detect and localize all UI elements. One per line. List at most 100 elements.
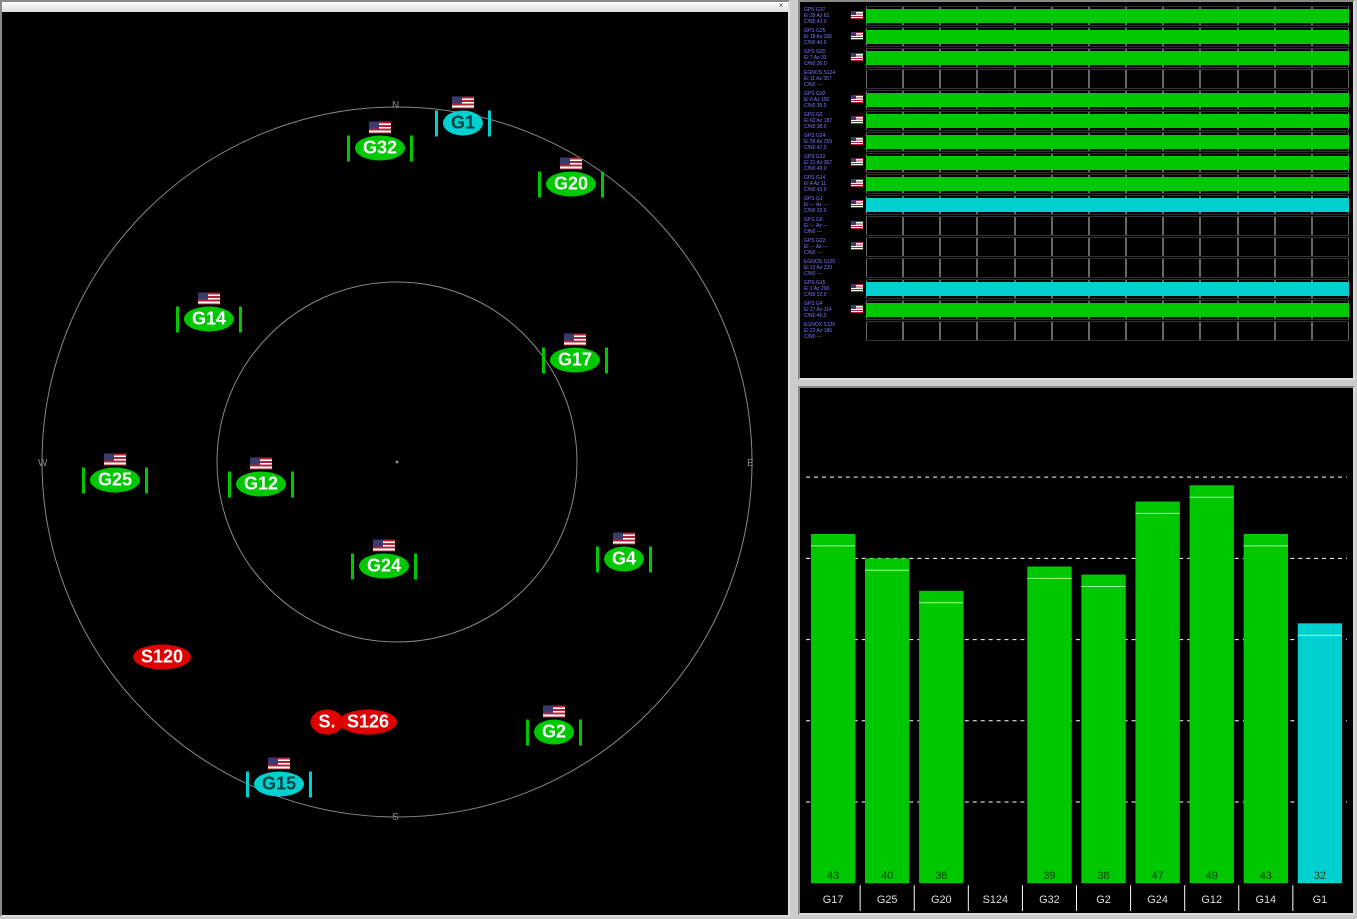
- satellite-g14[interactable]: G14: [184, 307, 234, 332]
- signal-row-labels: GPS G1El --- Az ---C/N0 32.0: [804, 195, 848, 215]
- signal-bar-track: [866, 90, 1349, 110]
- signal-bar-fill: [866, 93, 1349, 107]
- snr-bar: [1244, 534, 1288, 883]
- signal-row-labels: EGNOS S124El 11 Az 357C/N0 ---: [804, 69, 848, 89]
- snr-bar-value: 43: [1260, 870, 1272, 882]
- satellite-label: G12: [236, 472, 286, 497]
- compass-w: W: [38, 458, 47, 469]
- satellite-g24[interactable]: G24: [359, 554, 409, 579]
- skyplot-panel: × N E S W G1 G32 G20 G14 G17 G25 G12 G24 G4 S120 S…: [0, 0, 790, 917]
- signal-row-labels: GPS G24El 56 Az 259C/N0 47.0: [804, 132, 848, 152]
- signal-row-flag: [850, 216, 864, 234]
- satellite-label: G25: [90, 468, 140, 493]
- satellite-s120[interactable]: S120: [133, 645, 191, 670]
- satellite-g17[interactable]: G17: [550, 348, 600, 373]
- snr-bar-value: 39: [1043, 870, 1055, 882]
- satellite-g32[interactable]: G32: [355, 136, 405, 161]
- satellite-g2[interactable]: G2: [534, 720, 574, 745]
- signal-row-labels: EGNOS S120El 12 Az 229C/N0 ---: [804, 258, 848, 278]
- signal-row: GPS G20El 7 Az 33C/N0 36.0: [804, 48, 1349, 68]
- satellite-g15[interactable]: G15: [254, 772, 304, 797]
- snr-bar: [1135, 502, 1179, 884]
- signal-bar-track: [866, 279, 1349, 299]
- signal-row-flag: [850, 174, 864, 192]
- compass-n: N: [392, 100, 399, 111]
- signal-bar-track: [866, 153, 1349, 173]
- signal-bar-track: [866, 258, 1349, 278]
- snr-bar-category: G17: [823, 894, 844, 906]
- us-flag-icon: [268, 758, 290, 770]
- us-flag-icon: [564, 334, 586, 346]
- snr-bar-category: G32: [1039, 894, 1060, 906]
- us-flag-icon: [452, 97, 474, 109]
- us-flag-icon: [851, 32, 863, 40]
- snr-bar: [1298, 623, 1342, 883]
- signal-row: EGNOS S124El 11 Az 357C/N0 ---: [804, 69, 1349, 89]
- snr-bar-category: G20: [931, 894, 952, 906]
- us-flag-icon: [851, 11, 863, 19]
- snr-bar-value: 36: [935, 870, 947, 882]
- satellite-s126[interactable]: S126: [339, 710, 397, 735]
- satellite-g1[interactable]: G1: [443, 111, 483, 136]
- snr-bar-category: G1: [1313, 894, 1328, 906]
- signal-row-labels: EGNOS S126El 22 Az 186C/N0 ---: [804, 321, 848, 341]
- signal-bar-track: [866, 6, 1349, 26]
- satellite-g12[interactable]: G12: [236, 472, 286, 497]
- snr-bar-value: 49: [1206, 870, 1218, 882]
- close-icon[interactable]: ×: [776, 2, 786, 10]
- snr-bar: [919, 591, 963, 883]
- us-flag-icon: [613, 533, 635, 545]
- us-flag-icon: [560, 158, 582, 170]
- signal-bar-track: [866, 321, 1349, 341]
- snr-bar: [865, 558, 909, 883]
- snr-bar-value: 38: [1097, 870, 1109, 882]
- satellite-g25[interactable]: G25: [90, 468, 140, 493]
- signal-bar-fill: [866, 51, 1349, 65]
- signal-row-flag: [850, 321, 864, 339]
- us-flag-icon: [851, 137, 863, 145]
- signal-row-flag: [850, 48, 864, 66]
- signal-bar-fill: [866, 156, 1349, 170]
- signal-row: EGNOS S126El 22 Az 186C/N0 ---: [804, 321, 1349, 341]
- us-flag-icon: [851, 95, 863, 103]
- signal-row: GPS G14El 4 Az 11C/N0 43.0: [804, 174, 1349, 194]
- signal-row-flag: [850, 90, 864, 108]
- satellite-label: G20: [546, 172, 596, 197]
- signal-row-labels: GPS G22El --- Az ---C/N0 ---: [804, 237, 848, 257]
- signal-row: GPS G22El --- Az ---C/N0 ---: [804, 237, 1349, 257]
- snr-bar: [1190, 485, 1234, 883]
- satellite-label: G15: [254, 772, 304, 797]
- signal-bar-track: [866, 300, 1349, 320]
- signal-row-labels: GPS G6El --- Az ---C/N0 ---: [804, 216, 848, 236]
- signal-row-labels: GPS G15El 1 Az 200C/N0 32.0: [804, 279, 848, 299]
- compass-e: E: [747, 458, 754, 469]
- satellite-g4[interactable]: G4: [604, 547, 644, 572]
- satellite-label: G2: [534, 720, 574, 745]
- signal-row-labels: GPS G25El 18 Az 266C/N0 40.0: [804, 27, 848, 47]
- signal-row-flag: [850, 153, 864, 171]
- signal-bar-fill: [866, 198, 1349, 212]
- signal-row-flag: [850, 300, 864, 318]
- signal-bar-track: [866, 27, 1349, 47]
- satellite-label: G14: [184, 307, 234, 332]
- signal-row: GPS G12El 31 Az 307C/N0 49.0: [804, 153, 1349, 173]
- signal-row-labels: GPS G17El 39 Az 61C/N0 43.0: [804, 6, 848, 26]
- signal-bar-fill: [866, 303, 1349, 317]
- signal-row: GPS G24El 56 Az 259C/N0 47.0: [804, 132, 1349, 152]
- signal-row: GPS G2El 62 Az 187C/N0 38.0: [804, 111, 1349, 131]
- satellite-g20[interactable]: G20: [546, 172, 596, 197]
- signal-row: GPS G6El --- Az ---C/N0 ---: [804, 216, 1349, 236]
- signal-rows-panel: GPS G17El 39 Az 61C/N0 43.0GPS G25El 18 …: [798, 0, 1355, 380]
- snr-bar-value: 32: [1314, 870, 1326, 882]
- signal-row: GPS G25El 18 Az 266C/N0 40.0: [804, 27, 1349, 47]
- signal-row-flag: [850, 132, 864, 150]
- signal-row-labels: GPS G20El 7 Az 33C/N0 36.0: [804, 48, 848, 68]
- signal-row-labels: GPS G32El 0 Az 150C/N0 39.0: [804, 90, 848, 110]
- snr-bar-category: S124: [983, 894, 1008, 906]
- signal-bar-track: [866, 111, 1349, 131]
- compass-s: S: [392, 812, 399, 823]
- skyplot-titlebar: [2, 2, 788, 12]
- snr-bar-category: G14: [1255, 894, 1276, 906]
- signal-bar-fill: [866, 135, 1349, 149]
- signal-row-flag: [850, 27, 864, 45]
